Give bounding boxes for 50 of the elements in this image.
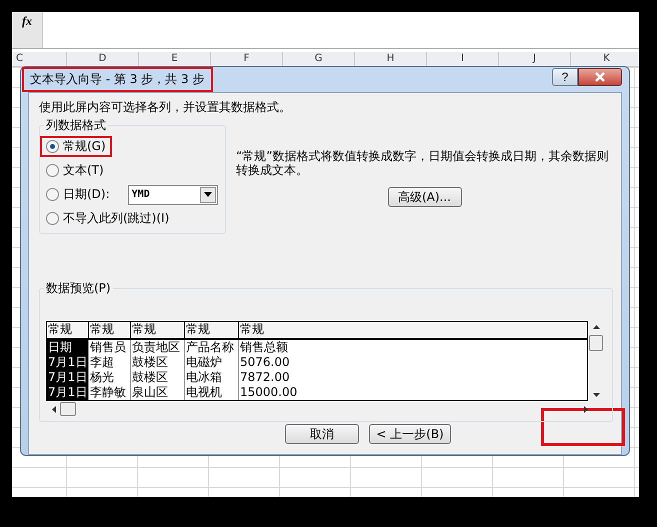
table-cell-text: 15000.00: [239, 385, 298, 400]
table-cell-text: 7872.00: [239, 370, 291, 385]
table-cell-text: 销售总额: [239, 340, 289, 355]
column-format-header[interactable]: 常规: [47, 322, 89, 338]
description-text: “常规”数据格式将数值转换成数字，日期值会转换成日期，其余数据则转换成文本。: [236, 149, 610, 177]
table-cell: 日期: [47, 340, 89, 355]
table-cell: 鼓楼区: [131, 355, 185, 370]
table-cell: 鼓楼区: [131, 370, 185, 385]
help-button[interactable]: ?: [552, 68, 578, 86]
table-cell: 电冰箱: [185, 370, 239, 385]
table-cell: 7月1日: [47, 355, 89, 370]
table-cell: 泉山区: [131, 385, 185, 400]
scrollbar-thumb[interactable]: [589, 335, 603, 351]
scroll-up-icon[interactable]: [592, 325, 600, 329]
column-format-header[interactable]: 常规: [89, 322, 131, 338]
close-button[interactable]: [578, 68, 622, 86]
close-icon: [594, 72, 606, 82]
window-title: 文本导入向导 - 第 3 步，共 3 步: [22, 67, 212, 92]
table-cell: 李超: [89, 355, 131, 370]
preview-table[interactable]: 常规 常规 常规 常规 常规 日期 销售员 负责地区 产品名称 销售总额 7月1日 李超 鼓楼区 电磁炉 5076.00 7月1日 杨光 鼓楼区 电冰箱 7872.00 7月1日 李静敏 泉山区 电视机 15000.00: [46, 321, 588, 401]
column-format-header[interactable]: 常规: [131, 322, 185, 338]
group-title: 数据预览(P): [44, 280, 113, 297]
scroll-right-icon[interactable]: [584, 406, 588, 412]
table-cell: 负责地区: [131, 340, 185, 355]
advanced-button[interactable]: 高级(A)...: [388, 187, 462, 207]
scroll-left-icon[interactable]: [52, 406, 56, 412]
scroll-down-icon[interactable]: [592, 393, 600, 397]
table-cell: 销售员: [89, 340, 131, 355]
group-title: 列数据格式: [44, 117, 108, 134]
dialog-button[interactable]: < 上一步(B): [369, 424, 451, 444]
table-cell: 电磁炉: [185, 355, 239, 370]
table-cell: 电视机: [185, 385, 239, 400]
table-cell: 李静敏: [89, 385, 131, 400]
radio-option[interactable]: 日期(D):: [40, 184, 116, 205]
date-format-dropdown[interactable]: YMD: [128, 184, 218, 204]
table-cell: 7月1日: [47, 385, 89, 400]
column-format-header[interactable]: 常规: [185, 322, 239, 338]
table-cell: 杨光: [89, 370, 131, 385]
radio-option[interactable]: 常规(G): [40, 136, 112, 157]
table-cell: 产品名称: [185, 340, 239, 355]
function-label[interactable]: fx: [12, 12, 43, 48]
radio-option[interactable]: 不导入此列(跳过)(I): [40, 208, 176, 229]
instruction-text: 使用此屏内容可选择各列，并设置其数据格式。: [39, 99, 292, 116]
column-format-header[interactable]: 常规: [239, 322, 587, 338]
radio-option[interactable]: 文本(T): [40, 160, 110, 181]
dialog-button[interactable]: 取消: [285, 424, 359, 444]
scrollbar-thumb[interactable]: [60, 402, 76, 416]
dropdown-arrow-icon: [204, 192, 212, 197]
table-cell: 7月1日: [47, 370, 89, 385]
table-cell-text: 5076.00: [239, 355, 291, 370]
